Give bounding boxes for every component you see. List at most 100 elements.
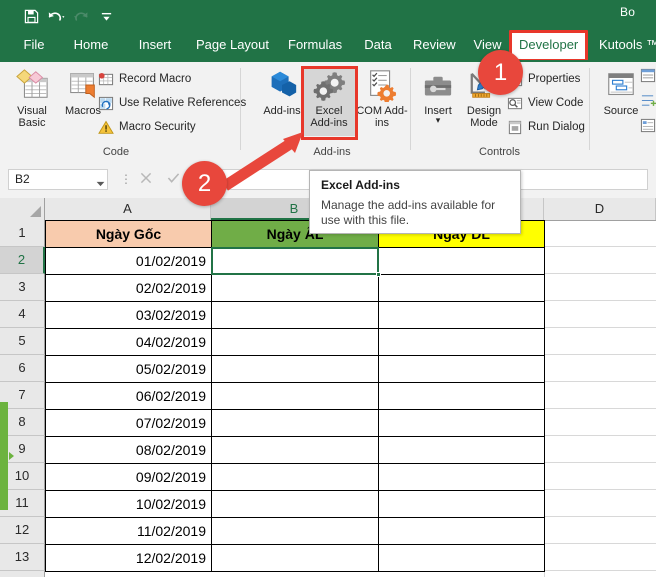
gridline-r10 bbox=[544, 489, 656, 490]
select-all-corner[interactable] bbox=[0, 198, 45, 220]
com-addins-label: COM Add-ins bbox=[356, 105, 408, 129]
fill-handle[interactable] bbox=[376, 272, 381, 277]
insert-controls-button[interactable]: Insert ▾ bbox=[412, 66, 464, 125]
insert-controls-chevron-icon[interactable]: ▾ bbox=[412, 116, 464, 125]
column-header-d[interactable]: D bbox=[544, 198, 656, 220]
cell-b11[interactable] bbox=[211, 490, 379, 518]
view-code-button[interactable]: View Code bbox=[506, 92, 583, 114]
macro-security-button[interactable]: Macro Security bbox=[97, 116, 196, 138]
cell-c6[interactable] bbox=[378, 355, 545, 383]
cell-b6[interactable] bbox=[211, 355, 379, 383]
cell-a13[interactable]: 12/02/2019 bbox=[45, 544, 212, 572]
cell-c2[interactable] bbox=[378, 247, 545, 275]
ribbon-tab-file[interactable]: File bbox=[14, 30, 54, 60]
run-dialog-label: Run Dialog bbox=[528, 121, 585, 133]
tooltip-body: Manage the add-ins available for use wit… bbox=[321, 198, 496, 227]
ribbon-tab-home[interactable]: Home bbox=[66, 30, 116, 60]
page-scroll-indicator[interactable] bbox=[0, 402, 8, 510]
cell-b9[interactable] bbox=[211, 436, 379, 464]
gridline-r12 bbox=[544, 543, 656, 544]
cell-c9[interactable] bbox=[378, 436, 545, 464]
toolbox-icon bbox=[412, 66, 464, 102]
column-header-a[interactable]: A bbox=[45, 198, 211, 220]
row-header-3[interactable]: 3 bbox=[0, 274, 45, 301]
cell-b12[interactable] bbox=[211, 517, 379, 545]
cell-c11[interactable] bbox=[378, 490, 545, 518]
cell-b7[interactable] bbox=[211, 382, 379, 410]
cell-a3[interactable]: 02/02/2019 bbox=[45, 274, 212, 302]
excel-addins-button[interactable]: Excel Add-ins bbox=[303, 66, 355, 129]
view-code-label: View Code bbox=[528, 97, 584, 109]
row-header-5[interactable]: 5 bbox=[0, 328, 45, 355]
gridline-r2 bbox=[544, 273, 656, 274]
group-title-code: Code bbox=[102, 146, 130, 158]
cell-c3[interactable] bbox=[378, 274, 545, 302]
refresh-data-icon[interactable] bbox=[640, 118, 656, 138]
document-title: Bo bbox=[620, 5, 636, 19]
excel-addins-label: Excel Add-ins bbox=[310, 105, 348, 129]
xml-map-properties-icon[interactable] bbox=[640, 68, 656, 88]
row-header-12[interactable]: 12 bbox=[0, 517, 45, 544]
cell-b13[interactable] bbox=[211, 544, 379, 572]
visual-basic-button[interactable]: Visual Basic bbox=[6, 66, 58, 129]
addins-icon bbox=[256, 66, 308, 102]
ribbon-tab-insert[interactable]: Insert bbox=[131, 30, 179, 60]
row-header-1[interactable]: 1 bbox=[0, 220, 45, 247]
ribbon-tab-review[interactable]: Review bbox=[406, 30, 461, 60]
cell-a9[interactable]: 08/02/2019 bbox=[45, 436, 212, 464]
cell-c8[interactable] bbox=[378, 409, 545, 437]
ribbon-tab-formulas[interactable]: Formulas bbox=[281, 30, 348, 60]
cancel-formula-icon[interactable] bbox=[140, 171, 152, 189]
cell-a12[interactable]: 11/02/2019 bbox=[45, 517, 212, 545]
undo-icon[interactable] bbox=[45, 6, 67, 26]
ribbon-tab-developer[interactable]: Developer bbox=[512, 30, 585, 60]
cell-b2[interactable] bbox=[211, 247, 379, 275]
com-addins-button[interactable]: COM Add-ins bbox=[356, 66, 408, 129]
cell-c7[interactable] bbox=[378, 382, 545, 410]
ribbon: Visual Basic Macros Record Macro Use Rel… bbox=[0, 60, 656, 163]
row-header-2[interactable]: 2 bbox=[0, 247, 45, 274]
cell-b4[interactable] bbox=[211, 301, 379, 329]
cell-a8[interactable]: 07/02/2019 bbox=[45, 409, 212, 437]
ribbon-tab-page-layout[interactable]: Page Layout bbox=[189, 30, 272, 60]
cell-a2[interactable]: 01/02/2019 bbox=[45, 247, 212, 275]
cell-c10[interactable] bbox=[378, 463, 545, 491]
cell-a1[interactable]: Ngày Gốc bbox=[45, 220, 212, 248]
ribbon-tab-data[interactable]: Data bbox=[357, 30, 399, 60]
run-dialog-button[interactable]: Run Dialog bbox=[506, 116, 585, 138]
annotation-badge-2: 2 bbox=[182, 161, 227, 206]
gridline-r5 bbox=[544, 354, 656, 355]
cell-c12[interactable] bbox=[378, 517, 545, 545]
addins-button[interactable]: Add-ins bbox=[256, 66, 308, 117]
cell-b8[interactable] bbox=[211, 409, 379, 437]
cell-c13[interactable] bbox=[378, 544, 545, 572]
visual-basic-icon bbox=[6, 66, 58, 102]
cell-b3[interactable] bbox=[211, 274, 379, 302]
row-header-6[interactable]: 6 bbox=[0, 355, 45, 382]
enter-formula-icon[interactable] bbox=[167, 171, 180, 189]
row-header-13[interactable]: 13 bbox=[0, 544, 45, 571]
row-header-4[interactable]: 4 bbox=[0, 301, 45, 328]
cell-a6[interactable]: 05/02/2019 bbox=[45, 355, 212, 383]
group-title-addins: Add-ins bbox=[313, 146, 351, 158]
name-box[interactable]: B2 bbox=[8, 169, 108, 190]
cell-c4[interactable] bbox=[378, 301, 545, 329]
macro-security-label: Macro Security bbox=[119, 121, 196, 133]
cell-a7[interactable]: 06/02/2019 bbox=[45, 382, 212, 410]
cell-b5[interactable] bbox=[211, 328, 379, 356]
cell-a10[interactable]: 09/02/2019 bbox=[45, 463, 212, 491]
use-relative-references-button[interactable]: Use Relative References bbox=[97, 92, 246, 114]
customize-quick-access-toolbar-icon[interactable] bbox=[95, 6, 117, 26]
cell-b10[interactable] bbox=[211, 463, 379, 491]
cell-a11[interactable]: 10/02/2019 bbox=[45, 490, 212, 518]
record-macro-button[interactable]: Record Macro bbox=[97, 68, 191, 90]
expansion-packs-icon[interactable] bbox=[640, 93, 656, 113]
select-all-triangle-icon bbox=[30, 206, 41, 217]
cell-c5[interactable] bbox=[378, 328, 545, 356]
warning-triangle-icon bbox=[97, 119, 114, 136]
save-icon[interactable] bbox=[20, 6, 42, 26]
cell-a4[interactable]: 03/02/2019 bbox=[45, 301, 212, 329]
row-header-14[interactable]: 14 bbox=[0, 571, 45, 577]
ribbon-tab-kutools[interactable]: Kutools ™ bbox=[592, 30, 656, 60]
cell-a5[interactable]: 04/02/2019 bbox=[45, 328, 212, 356]
